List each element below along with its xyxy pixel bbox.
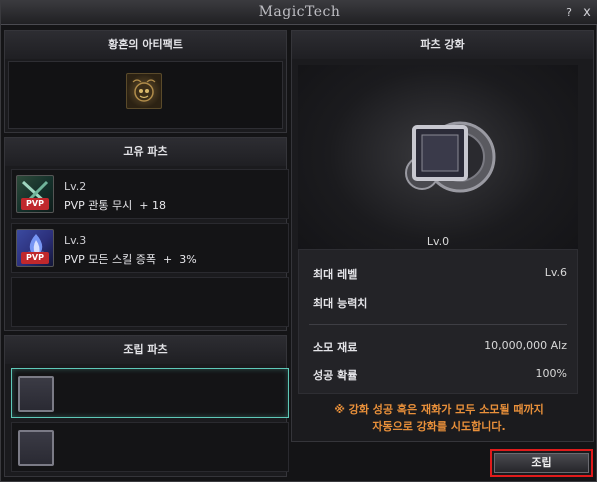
stat-label: 성공 확률: [313, 369, 358, 382]
unique-part-row[interactable]: PVP Lv.2 PVP 관통 무시 + 18: [11, 169, 289, 219]
stats-box: 최대 레벨 Lv.6 최대 능력치 소모 재료 10,000,000 Alz 성…: [298, 249, 578, 394]
enhance-panel: 파츠 강화 Lv.0 최대 레벨 Lv.6 최대 능력치 소모 재료 10,00…: [291, 30, 594, 442]
unique-parts-panel: 고유 파츠 PVP Lv.2 PVP 관통 무시 + 18 PVP Lv.3 P…: [4, 137, 289, 331]
crossed-blades-icon: PVP: [16, 175, 54, 213]
assemble-button-label: 조립: [494, 453, 589, 473]
pvp-badge: PVP: [21, 198, 49, 210]
enhance-panel-title: 파츠 강화: [292, 31, 593, 59]
enhance-notice: ※ 강화 성공 혹은 재화가 모두 소모될 때까지 자동으로 강화를 시도합니다…: [291, 401, 587, 435]
part-description: PVP 관통 무시 + 18: [64, 199, 166, 212]
stat-value: Lv.6: [544, 266, 567, 279]
assemble-parts-title: 조립 파츠: [5, 336, 286, 364]
help-icon[interactable]: ?: [561, 5, 577, 21]
assemble-slot-2[interactable]: [11, 422, 289, 472]
stat-label: 최대 레벨: [313, 268, 358, 281]
unique-part-row[interactable]: PVP Lv.3 PVP 모든 스킬 증폭 + 3%: [11, 223, 289, 273]
notice-line-1: ※ 강화 성공 혹은 재화가 모두 소모될 때까지: [334, 403, 544, 416]
slot-box: [18, 376, 54, 412]
slot-box: [18, 430, 54, 466]
artifact-panel-title: 황혼의 아티팩트: [5, 31, 286, 59]
divider: [309, 324, 567, 325]
assemble-parts-panel: 조립 파츠: [4, 335, 289, 477]
part-level: Lv.3: [64, 234, 87, 247]
pvp-badge: PVP: [21, 252, 49, 264]
skull-orb-icon[interactable]: [126, 73, 162, 109]
enhance-level: Lv.0: [426, 235, 450, 248]
assemble-slot-1[interactable]: [11, 368, 289, 418]
stat-value: 10,000,000 Alz: [484, 339, 567, 352]
enhance-display: Lv.0: [298, 65, 578, 265]
assemble-button[interactable]: 조립: [490, 449, 593, 477]
part-level: Lv.2: [64, 180, 87, 193]
stat-value: 100%: [535, 367, 567, 380]
window-title: MagicTech: [258, 4, 341, 20]
unique-parts-title: 고유 파츠: [5, 138, 286, 166]
stat-label: 소모 재료: [313, 341, 358, 354]
notice-line-2: 자동으로 강화를 시도합니다.: [372, 420, 506, 433]
part-description: PVP 모든 스킬 증폭 + 3%: [64, 253, 197, 266]
empty-part-row: [11, 277, 289, 327]
magictech-window: MagicTech ? x 황혼의 아티팩트 고유 파츠 PVP Lv.2 PV…: [0, 0, 597, 482]
blue-flame-icon: PVP: [16, 229, 54, 267]
stat-label: 최대 능력치: [313, 297, 368, 310]
title-bar[interactable]: MagicTech ? x: [1, 1, 597, 25]
close-icon[interactable]: x: [579, 5, 595, 21]
